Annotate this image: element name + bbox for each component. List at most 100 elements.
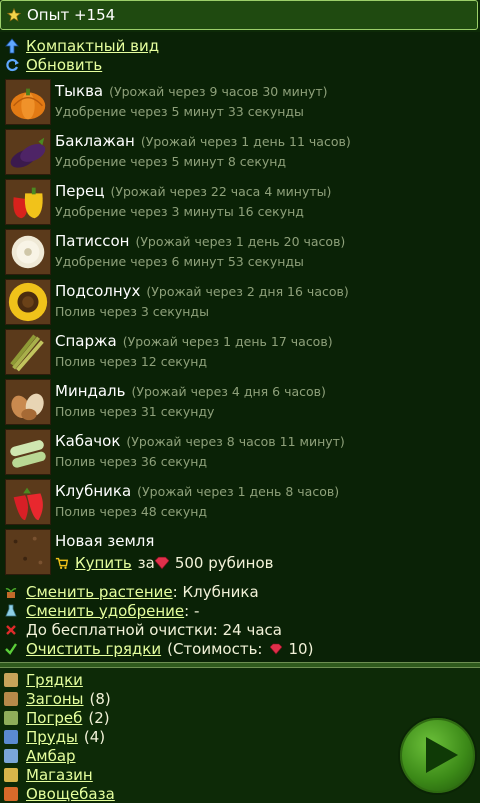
- menu-item-barn: Амбар: [4, 746, 394, 765]
- harvest-time: (Урожай через 4 дня 6 часов): [131, 384, 326, 399]
- garden-panel: Компактный вид Обновить Тыква (Урожай чер…: [0, 32, 480, 662]
- soil-icon: [5, 529, 51, 575]
- plant-title: Кабачок: [55, 432, 121, 450]
- menu-item-ponds: Пруды (4): [4, 727, 394, 746]
- plant-name: Перец (Урожай через 22 часа 4 минуты): [55, 182, 331, 200]
- plant-name: Подсолнух (Урожай через 2 дня 16 часов): [55, 282, 349, 300]
- harvest-time: (Урожай через 22 часа 4 минуты): [110, 184, 332, 199]
- refresh-row: Обновить: [4, 56, 102, 74]
- menu-link-cellar[interactable]: Погреб: [26, 709, 82, 727]
- clean-row: Очистить грядки (Стоимость: 10): [4, 639, 474, 658]
- shop-icon: [4, 767, 18, 782]
- menu-link-shop[interactable]: Магазин: [26, 766, 93, 784]
- harvest-time: (Урожай через 9 часов 30 минут): [109, 84, 328, 99]
- plot-almond[interactable]: Миндаль (Урожай через 4 дня 6 часов) Поли…: [0, 378, 480, 428]
- bottom-menu: Грядки Загоны (8) Погреб (2) Пруды (4) А…: [4, 670, 394, 803]
- care-timer: Полив через 12 секунд: [55, 354, 208, 369]
- refresh-icon: [6, 58, 19, 72]
- sunflower-icon: [5, 279, 51, 325]
- plant-title: Патиссон: [55, 232, 130, 250]
- plant-pot-icon: [5, 587, 17, 598]
- plot-zucchini[interactable]: Кабачок (Урожай через 8 часов 11 минут) П…: [0, 428, 480, 478]
- clean-cost-value: 10): [288, 639, 314, 658]
- cellar-icon: [4, 710, 18, 725]
- cross-icon: [6, 624, 16, 635]
- plant-name: Тыква (Урожай через 9 часов 30 минут): [55, 82, 328, 100]
- care-timer: Удобрение через 5 минут 33 секунды: [55, 104, 304, 119]
- plot-eggplant[interactable]: Баклажан (Урожай через 1 день 11 часов) У…: [0, 128, 480, 178]
- plot-strawberry[interactable]: Клубника (Урожай через 1 день 8 часов) По…: [0, 478, 480, 528]
- menu-item-beds: Грядки: [4, 670, 394, 689]
- plant-title: Спаржа: [55, 332, 117, 350]
- depot-icon: [4, 786, 18, 801]
- zucchini-icon: [5, 429, 51, 475]
- plot-pumpkin[interactable]: Тыква (Урожай через 9 часов 30 минут) Удо…: [0, 78, 480, 128]
- cart-icon: [55, 557, 69, 569]
- plant-title: Клубника: [55, 482, 132, 500]
- clean-link[interactable]: Очистить грядки: [26, 640, 161, 658]
- care-timer: Удобрение через 6 минут 53 секунды: [55, 254, 304, 269]
- pens-icon: [4, 691, 18, 706]
- for-label: за: [137, 554, 155, 572]
- harvest-time: (Урожай через 1 день 20 часов): [135, 234, 346, 249]
- compact-view-row: Компактный вид: [4, 37, 159, 55]
- pumpkin-icon: [5, 79, 51, 125]
- change-plant-link[interactable]: Сменить растение: [26, 583, 173, 601]
- price-label: 500 рубинов: [174, 554, 274, 572]
- cellar-count: (2): [88, 708, 110, 727]
- change-fertilizer-link[interactable]: Сменить удобрение: [26, 602, 184, 620]
- clean-cost-prefix: (Стоимость:: [167, 639, 263, 658]
- harvest-time: (Урожай через 1 день 11 часов): [140, 134, 351, 149]
- plant-name: Патиссон (Урожай через 1 день 20 часов): [55, 232, 345, 250]
- divider: [0, 662, 480, 668]
- plant-title: Подсолнух: [55, 282, 141, 300]
- free-clean-text: До бесплатной очистки: 24 часа: [26, 620, 282, 639]
- plant-title: Миндаль: [55, 382, 126, 400]
- menu-link-pens[interactable]: Загоны: [26, 690, 84, 708]
- ponds-count: (4): [83, 727, 106, 746]
- plant-name: Миндаль (Урожай через 4 дня 6 часов): [55, 382, 326, 400]
- menu-item-shop: Магазин: [4, 765, 394, 784]
- harvest-time: (Урожай через 8 часов 11 минут): [126, 434, 345, 449]
- compact-view-link[interactable]: Компактный вид: [26, 37, 159, 55]
- almond-icon: [5, 379, 51, 425]
- plant-name: Баклажан (Урожай через 1 день 11 часов): [55, 132, 351, 150]
- plant-name: Спаржа (Урожай через 1 день 17 часов): [55, 332, 333, 350]
- beds-icon: [4, 672, 18, 687]
- menu-item-pens: Загоны (8): [4, 689, 394, 708]
- plot-sunflower[interactable]: Подсолнух (Урожай через 2 дня 16 часов) П…: [0, 278, 480, 328]
- care-timer: Полив через 31 секунду: [55, 404, 215, 419]
- actions-block: Сменить растение : Клубника Сменить удоб…: [4, 582, 474, 658]
- plot-pepper[interactable]: Перец (Урожай через 22 часа 4 минуты) Удо…: [0, 178, 480, 228]
- harvest-time: (Урожай через 1 день 8 часов): [137, 484, 340, 499]
- plant-name: Клубника (Урожай через 1 день 8 часов): [55, 482, 339, 500]
- change-plant-row: Сменить растение : Клубника: [4, 582, 474, 601]
- plant-title: Баклажан: [55, 132, 135, 150]
- check-icon: [5, 642, 17, 655]
- care-timer: Полив через 3 секунды: [55, 304, 209, 319]
- menu-link-ponds[interactable]: Пруды: [26, 728, 78, 746]
- ruby-icon: [154, 556, 169, 570]
- play-button[interactable]: [398, 716, 477, 795]
- menu-item-depot: Овощебаза: [4, 784, 394, 803]
- care-timer: Полив через 48 секунд: [55, 504, 208, 519]
- care-timer: Удобрение через 5 минут 8 секунд: [55, 154, 287, 169]
- pens-count: (8): [89, 689, 111, 708]
- plot-asparagus[interactable]: Спаржа (Урожай через 1 день 17 часов) Пол…: [0, 328, 480, 378]
- plot-new-land: Новая земля Купить за 500 рубинов: [0, 528, 480, 578]
- experience-bar: Опыт +154: [0, 0, 478, 30]
- buy-link[interactable]: Купить: [75, 554, 132, 572]
- ruby-icon: [270, 643, 283, 654]
- experience-text: Опыт +154: [27, 6, 116, 24]
- plot-pattypan[interactable]: Патиссон (Урожай через 1 день 20 часов) У…: [0, 228, 480, 278]
- menu-link-beds[interactable]: Грядки: [26, 671, 83, 689]
- menu-link-barn[interactable]: Амбар: [26, 747, 76, 765]
- refresh-link[interactable]: Обновить: [26, 56, 102, 74]
- harvest-time: (Урожай через 1 день 17 часов): [122, 334, 333, 349]
- strawberry-icon: [5, 479, 51, 525]
- plant-title: Тыква: [55, 82, 104, 100]
- new-land-title: Новая земля: [55, 532, 155, 550]
- current-fertilizer: : -: [184, 601, 200, 620]
- harvest-time: (Урожай через 2 дня 16 часов): [146, 284, 349, 299]
- care-timer: Полив через 36 секунд: [55, 454, 208, 469]
